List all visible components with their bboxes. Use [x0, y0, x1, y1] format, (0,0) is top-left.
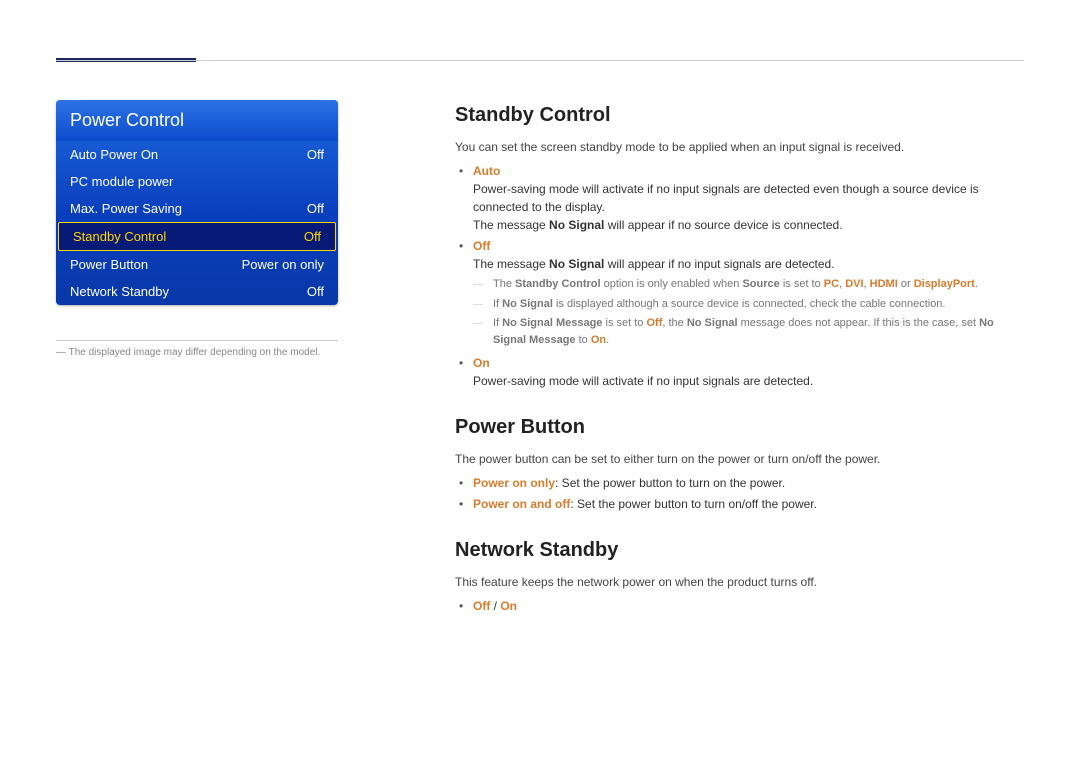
menu-item-auto-power-on[interactable]: Auto Power On Off: [56, 141, 338, 168]
menu-panel: Power Control Auto Power On Off PC modul…: [56, 100, 338, 305]
auto-desc-1: Power-saving mode will activate if no in…: [473, 180, 1024, 216]
bullet-power-on-and-off: Power on and off: Set the power button t…: [473, 495, 1024, 513]
menu-footnote: ― The displayed image may differ dependi…: [56, 340, 338, 358]
bullet-power-on-only: Power on only: Set the power button to t…: [473, 474, 1024, 492]
menu-item-label: Max. Power Saving: [70, 201, 182, 216]
standby-intro: You can set the screen standby mode to b…: [455, 138, 1024, 156]
dash-note-2: If No Signal is displayed although a sou…: [493, 296, 1024, 313]
menu-item-label: Auto Power On: [70, 147, 158, 162]
menu-item-label: Power Button: [70, 257, 148, 272]
powerbtn-intro: The power button can be set to either tu…: [455, 450, 1024, 468]
menu-item-value: Off: [307, 201, 324, 216]
menu-item-label: Network Standby: [70, 284, 169, 299]
auto-desc-2: The message No Signal will appear if no …: [473, 216, 1024, 234]
net-intro: This feature keeps the network power on …: [455, 573, 1024, 591]
menu-item-pc-module-power[interactable]: PC module power: [56, 168, 338, 195]
label-off: Off: [473, 239, 490, 253]
header-divider: [56, 60, 1024, 61]
menu-item-power-button[interactable]: Power Button Power on only: [56, 251, 338, 278]
bullet-net-options: Off / On: [473, 597, 1024, 615]
off-desc: The message No Signal will appear if no …: [473, 255, 1024, 273]
dash-note-3: If No Signal Message is set to Off, the …: [493, 315, 1024, 348]
heading-power-button: Power Button: [455, 412, 1024, 442]
menu-item-max-power-saving[interactable]: Max. Power Saving Off: [56, 195, 338, 222]
content-area: Standby Control You can set the screen s…: [455, 100, 1024, 637]
section-power-button: Power Button The power button can be set…: [455, 412, 1024, 513]
menu-item-label: Standby Control: [73, 229, 166, 244]
bullet-auto: Auto Power-saving mode will activate if …: [473, 162, 1024, 234]
bullet-off: Off The message No Signal will appear if…: [473, 237, 1024, 348]
heading-network-standby: Network Standby: [455, 535, 1024, 565]
menu-item-value: Off: [304, 229, 321, 244]
label-on: On: [473, 356, 490, 370]
footnote-dash: ―: [56, 347, 66, 358]
menu-item-value: Power on only: [242, 257, 324, 272]
on-desc: Power-saving mode will activate if no in…: [473, 372, 1024, 390]
menu-item-label: PC module power: [70, 174, 173, 189]
menu-item-network-standby[interactable]: Network Standby Off: [56, 278, 338, 305]
label-auto: Auto: [473, 164, 500, 178]
section-network-standby: Network Standby This feature keeps the n…: [455, 535, 1024, 615]
menu-item-value: Off: [307, 147, 324, 162]
dash-note-1: The Standby Control option is only enabl…: [493, 276, 1024, 293]
menu-item-standby-control[interactable]: Standby Control Off: [58, 222, 336, 251]
menu-item-value: Off: [307, 284, 324, 299]
bullet-on: On Power-saving mode will activate if no…: [473, 354, 1024, 390]
footnote-text: The displayed image may differ depending…: [69, 347, 321, 358]
menu-title: Power Control: [56, 100, 338, 141]
section-standby-control: Standby Control You can set the screen s…: [455, 100, 1024, 390]
heading-standby-control: Standby Control: [455, 100, 1024, 130]
